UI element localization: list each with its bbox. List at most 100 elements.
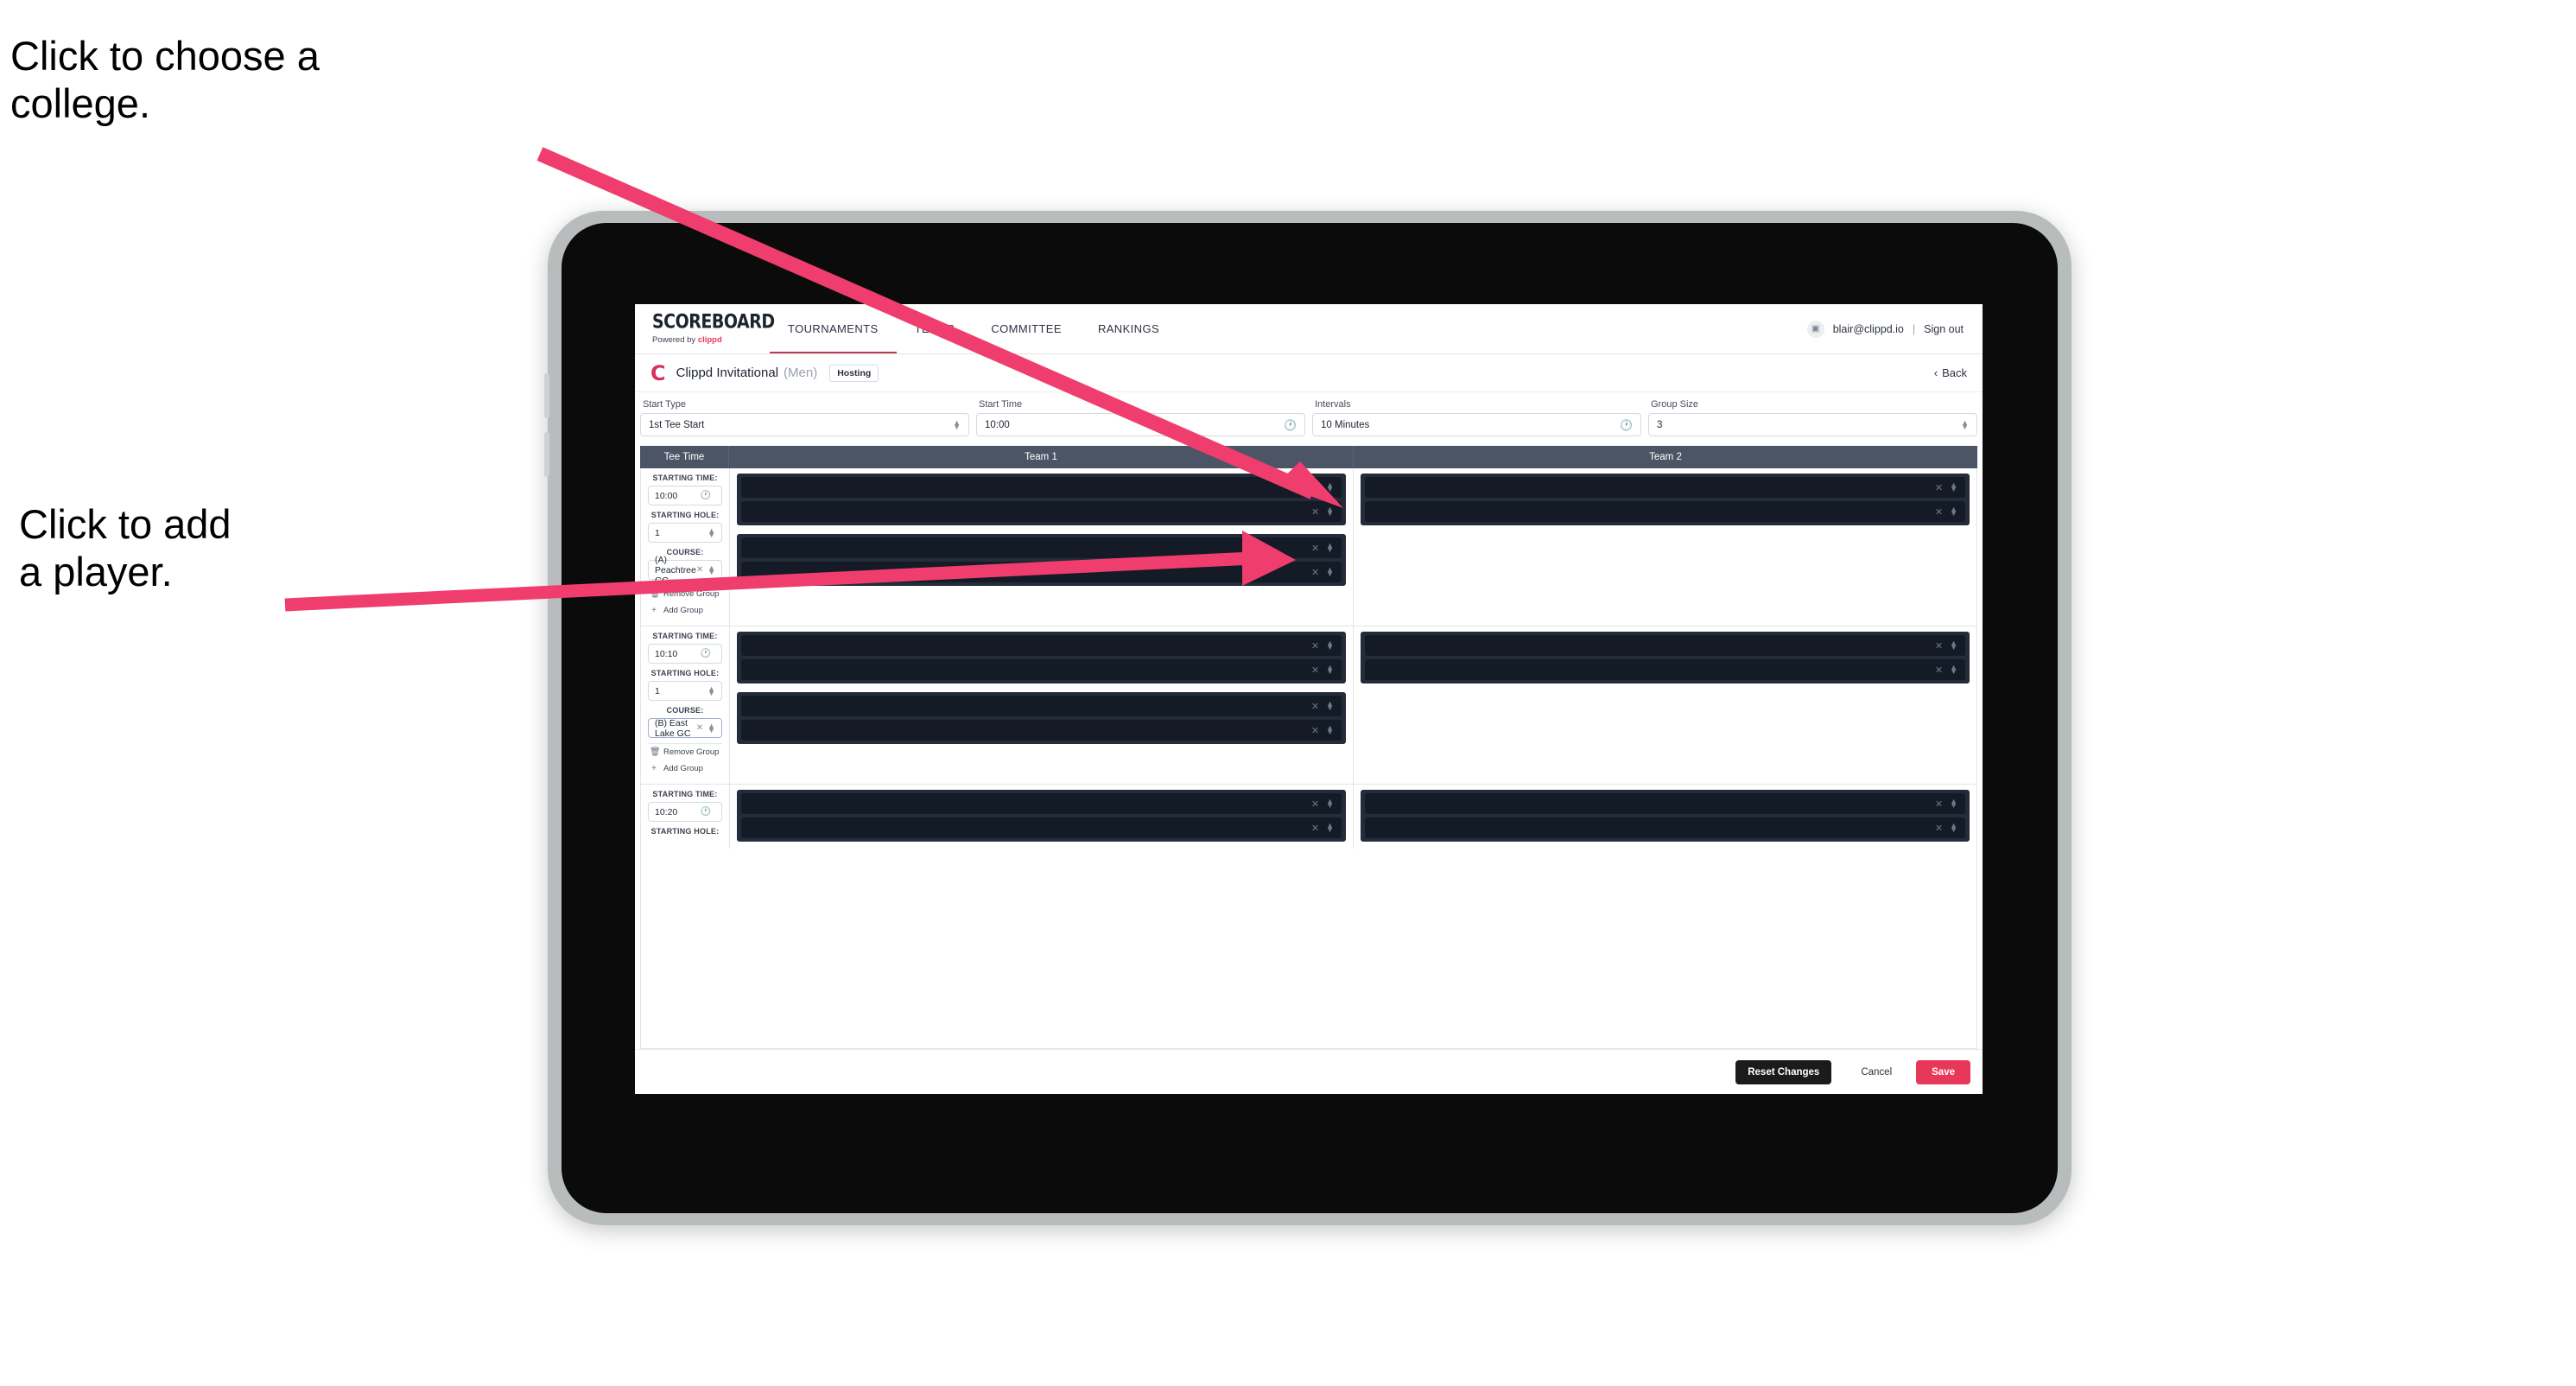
stepper-icon[interactable]: ▲ ▼: [1326, 566, 1334, 578]
close-icon[interactable]: ✕: [696, 723, 703, 733]
stepper-icon[interactable]: ▲ ▼: [1950, 822, 1957, 834]
player-slot[interactable]: ✕ ▲ ▼: [741, 720, 1342, 741]
clock-icon: 🕐: [1620, 418, 1633, 431]
add-group-label: Add Group: [663, 606, 703, 615]
close-icon[interactable]: ✕: [696, 565, 703, 575]
player-slot[interactable]: ✕ ▲ ▼: [741, 537, 1342, 558]
player-slot[interactable]: ✕ ▲ ▼: [1365, 501, 1966, 522]
close-icon[interactable]: ✕: [1935, 664, 1943, 676]
stepper-icon[interactable]: ▲ ▼: [1326, 798, 1334, 810]
close-icon[interactable]: ✕: [1935, 798, 1943, 810]
player-slot[interactable]: ✕ ▲ ▼: [1365, 793, 1965, 814]
stepper-icon[interactable]: ▲ ▼: [1950, 481, 1957, 493]
scoreboard-logo[interactable]: SCOREBOARD Powered by clippd: [649, 312, 775, 345]
sign-out-link[interactable]: Sign out: [1924, 323, 1964, 335]
player-slot[interactable]: ✕ ▲ ▼: [741, 477, 1342, 498]
starting-time-input[interactable]: 10:20 🕐: [648, 802, 722, 822]
close-icon[interactable]: ✕: [1935, 640, 1943, 652]
player-slot[interactable]: ✕ ▲ ▼: [741, 501, 1342, 522]
course-select[interactable]: (B) East Lake GC ✕ ▲ ▼: [648, 718, 722, 739]
close-icon[interactable]: ✕: [1311, 543, 1319, 554]
back-button[interactable]: ‹ Back: [1934, 366, 1967, 379]
stepper-icon[interactable]: ▲ ▼: [1326, 724, 1334, 736]
clock-icon: 🕐: [1284, 418, 1297, 431]
volume-down-button[interactable]: [544, 432, 549, 477]
starting-time-input[interactable]: 10:00 🕐: [648, 486, 723, 505]
plus-icon: +: [651, 764, 657, 773]
stepper-icon[interactable]: ▲ ▼: [1326, 664, 1334, 676]
save-button[interactable]: Save: [1916, 1059, 1970, 1084]
add-group-button[interactable]: + Add Group: [648, 602, 722, 619]
add-group-button[interactable]: + Add Group: [648, 760, 722, 777]
starting-hole-input[interactable]: 1 ▲ ▼: [648, 681, 722, 701]
group-size-stepper[interactable]: 3 ▲ ▼: [1648, 413, 1977, 436]
stepper-icon[interactable]: ▲ ▼: [1950, 798, 1957, 810]
close-icon[interactable]: ✕: [1311, 506, 1319, 518]
start-type-select[interactable]: 1st Tee Start ▲ ▼: [640, 413, 969, 436]
starting-time-input[interactable]: 10:10 🕐: [648, 644, 722, 664]
player-slot-card: ✕ ▲ ▼ ✕ ▲ ▼: [1361, 790, 1970, 842]
close-icon[interactable]: ✕: [1311, 823, 1319, 834]
stepper-icon[interactable]: ▲ ▼: [707, 526, 715, 538]
close-icon[interactable]: ✕: [1311, 701, 1319, 712]
user-account-area: ▣ blair@clippd.io | Sign out: [1806, 320, 1969, 338]
player-slot[interactable]: ✕ ▲ ▼: [741, 635, 1342, 656]
starting-hole-value: 1: [655, 527, 660, 538]
nav-tab-tournaments[interactable]: TOURNAMENTS: [770, 304, 897, 353]
volume-up-button[interactable]: [544, 373, 549, 418]
player-slot[interactable]: ✕ ▲ ▼: [1365, 635, 1965, 656]
stepper-icon[interactable]: ▲ ▼: [1326, 505, 1334, 518]
close-icon[interactable]: ✕: [1311, 567, 1319, 578]
starting-time-label: STARTING TIME:: [652, 474, 718, 482]
stepper-icon[interactable]: ▲ ▼: [1326, 700, 1334, 712]
close-icon[interactable]: ✕: [1311, 798, 1319, 810]
player-slot[interactable]: ✕ ▲ ▼: [741, 696, 1342, 716]
remove-group-button[interactable]: 🗑 Remove Group: [648, 743, 722, 760]
close-icon[interactable]: ✕: [1935, 823, 1943, 834]
nav-tab-committee[interactable]: COMMITTEE: [973, 304, 1080, 353]
stepper-icon[interactable]: ▲ ▼: [1326, 822, 1334, 834]
starting-hole-label: STARTING HOLE:: [650, 511, 720, 519]
tee-time-group-row: STARTING TIME: 10:20 🕐 STARTING HOLE: ✕ ▲ ▼ ✕ ▲ ▼…: [641, 785, 1976, 849]
player-slot[interactable]: ✕ ▲ ▼: [741, 659, 1342, 680]
setting-start-time: Start Time 10:00 🕐: [976, 399, 1305, 439]
stepper-icon[interactable]: ▲ ▼: [1326, 542, 1334, 554]
remove-group-button[interactable]: 🗑 Remove Group: [648, 585, 723, 602]
close-icon[interactable]: ✕: [1311, 640, 1319, 652]
group-size-value: 3: [1657, 419, 1663, 430]
stepper-icon[interactable]: ▲ ▼: [1326, 481, 1334, 493]
close-icon[interactable]: ✕: [1311, 482, 1319, 493]
starting-hole-label: STARTING HOLE:: [650, 669, 720, 677]
player-slot[interactable]: ✕ ▲ ▼: [741, 793, 1342, 814]
starting-hole-input[interactable]: 1 ▲ ▼: [648, 523, 723, 543]
course-select[interactable]: (A) Peachtree GC ✕ ▲ ▼: [648, 555, 723, 586]
start-time-input[interactable]: 10:00 🕐: [976, 413, 1305, 436]
stepper-icon[interactable]: ▲ ▼: [1950, 664, 1957, 676]
plus-icon: +: [651, 606, 657, 615]
stepper-icon[interactable]: ▲ ▼: [707, 684, 715, 696]
player-slot[interactable]: ✕ ▲ ▼: [1365, 477, 1966, 498]
user-avatar-icon[interactable]: ▣: [1806, 320, 1824, 338]
close-icon[interactable]: ✕: [1935, 482, 1943, 493]
nav-tab-rankings[interactable]: RANKINGS: [1080, 304, 1177, 353]
close-icon[interactable]: ✕: [1935, 506, 1943, 518]
player-slot[interactable]: ✕ ▲ ▼: [741, 817, 1342, 838]
player-slot[interactable]: ✕ ▲ ▼: [1365, 817, 1965, 838]
starting-hole-label: STARTING HOLE:: [650, 827, 720, 836]
player-slot[interactable]: ✕ ▲ ▼: [741, 562, 1342, 582]
nav-tabs: TOURNAMENTS TEAMS COMMITTEE RANKINGS: [770, 304, 1177, 353]
stepper-icon[interactable]: ▲ ▼: [1950, 639, 1957, 652]
intervals-input[interactable]: 10 Minutes 🕐: [1312, 413, 1641, 436]
reset-changes-button[interactable]: Reset Changes: [1735, 1059, 1832, 1084]
player-slot[interactable]: ✕ ▲ ▼: [1365, 659, 1965, 680]
nav-tab-teams[interactable]: TEAMS: [897, 304, 974, 353]
stepper-icon[interactable]: ▲ ▼: [707, 563, 715, 575]
stepper-icon[interactable]: ▲ ▼: [1950, 505, 1957, 518]
annotation-choose-college: Click to choose a college.: [10, 33, 320, 126]
close-icon[interactable]: ✕: [1311, 664, 1319, 676]
tee-sheet-table-body[interactable]: STARTING TIME: 10:00 🕐 STARTING HOLE: 1 ▲ ▼ COU…: [640, 468, 1977, 1049]
cancel-button[interactable]: Cancel: [1843, 1060, 1909, 1084]
stepper-icon[interactable]: ▲ ▼: [707, 722, 715, 734]
close-icon[interactable]: ✕: [1311, 725, 1319, 736]
stepper-icon[interactable]: ▲ ▼: [1326, 639, 1334, 652]
